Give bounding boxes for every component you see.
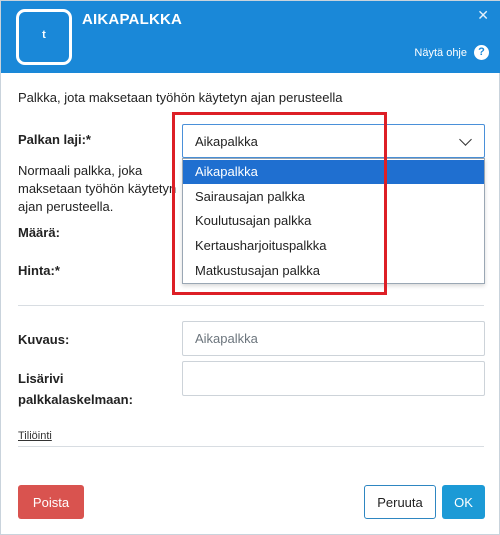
show-help-link[interactable]: Näytä ohje xyxy=(414,47,467,59)
dialog: t AIKAPALKKA ✕ Näytä ohje ? Palkka, jota… xyxy=(0,0,500,535)
delete-button[interactable]: Poista xyxy=(18,485,84,519)
salary-type-selected-value: Aikapalkka xyxy=(195,134,258,149)
dropdown-option[interactable]: Koulutusajan palkka xyxy=(183,209,484,233)
salary-type-label: Palkan laji:* xyxy=(18,132,91,147)
dialog-title: AIKAPALKKA xyxy=(82,11,183,28)
amount-label: Määrä: xyxy=(18,225,60,240)
description-input[interactable] xyxy=(182,321,485,356)
extra-row-label-line1: Lisärivi xyxy=(18,371,64,386)
cancel-button[interactable]: Peruuta xyxy=(364,485,436,519)
intro-text: Palkka, jota maksetaan työhön käytetyn a… xyxy=(18,90,343,105)
extra-row-label-line2: palkkalaskelmaan: xyxy=(18,392,133,407)
app-logo: t xyxy=(16,9,72,65)
dialog-header: t AIKAPALKKA ✕ Näytä ohje ? xyxy=(1,1,500,73)
accounting-link[interactable]: Tiliöinti xyxy=(18,430,52,442)
ok-button[interactable]: OK xyxy=(442,485,485,519)
price-label: Hinta:* xyxy=(18,263,60,278)
dropdown-option[interactable]: Aikapalkka xyxy=(183,160,484,184)
dropdown-option[interactable]: Sairausajan palkka xyxy=(183,185,484,209)
close-icon[interactable]: ✕ xyxy=(477,7,489,24)
dropdown-option[interactable]: Kertausharjoituspalkka xyxy=(183,234,484,258)
salary-type-select[interactable]: Aikapalkka xyxy=(182,124,485,158)
divider xyxy=(18,446,484,447)
dropdown-option[interactable]: Matkustusajan palkka xyxy=(183,259,484,283)
salary-type-dropdown: Aikapalkka Sairausajan palkka Koulutusaj… xyxy=(182,158,485,284)
divider xyxy=(18,305,484,306)
logo-letter: t xyxy=(42,29,46,41)
description-label: Kuvaus: xyxy=(18,332,70,347)
salary-type-description: Normaali palkka, joka maksetaan työhön k… xyxy=(18,163,177,214)
extra-row-input[interactable] xyxy=(182,361,485,396)
help-icon[interactable]: ? xyxy=(474,45,489,60)
chevron-down-icon xyxy=(459,133,472,146)
